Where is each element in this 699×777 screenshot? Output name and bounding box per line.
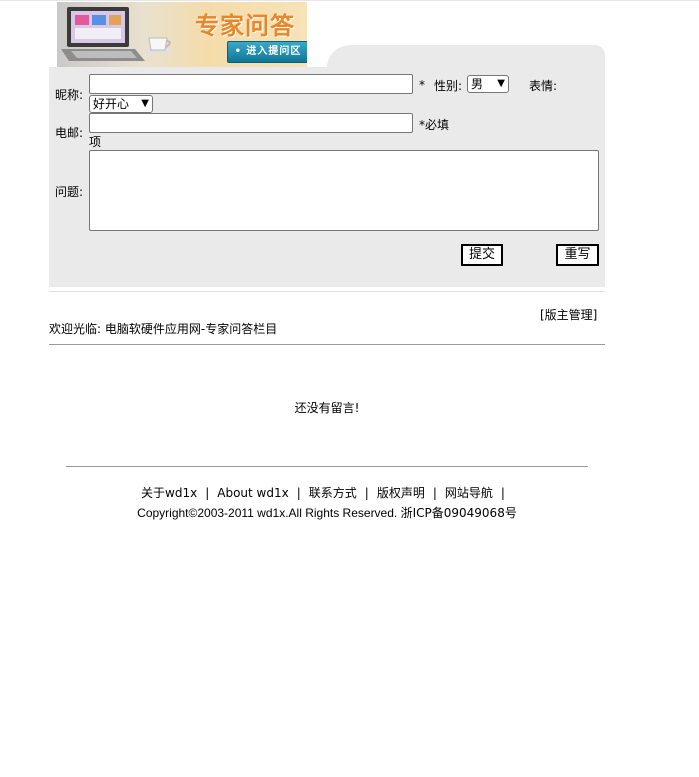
footer-link-contact[interactable]: 联系方式: [309, 486, 357, 500]
enter-question-area-button[interactable]: • 进入提问区: [227, 41, 307, 63]
expert-qa-banner[interactable]: 专家问答 • 进入提问区: [57, 2, 307, 68]
question-form-panel: 昵称: * 性别: 男 ▼ 表情: 好开心 ▼ 电邮: *必填 项 问题: 提交…: [49, 67, 605, 287]
copyright-line: Copyright©2003-2011 wd1x.All Rights Rese…: [0, 504, 654, 521]
reset-button[interactable]: 重写: [556, 244, 599, 266]
mood-label: 表情:: [529, 79, 558, 93]
welcome-text: 欢迎光临: 电脑软硬件应用网-专家问答栏目: [49, 322, 278, 336]
footer-divider: [66, 466, 588, 467]
laptop-icon: [61, 7, 145, 61]
email-required-note-wrap: 项: [89, 135, 102, 149]
moderator-admin-link[interactable]: [版主管理]: [540, 306, 597, 323]
question-label: 问题:: [55, 185, 84, 199]
icp-record[interactable]: 浙ICP备09049068号: [401, 506, 517, 520]
mood-select[interactable]: 好开心 ▼: [89, 95, 153, 113]
coffee-cup-icon: [145, 37, 173, 54]
copyright-text: Copyright©2003-2011 wd1x.All Rights Rese…: [137, 506, 398, 520]
question-textarea[interactable]: [89, 150, 599, 231]
content-divider: [49, 344, 605, 345]
banner-title: 专家问答: [195, 12, 295, 40]
top-border: [0, 0, 699, 1]
footer-separator: |: [432, 486, 437, 500]
submit-button[interactable]: 提交: [461, 244, 503, 266]
footer-link-about-en[interactable]: About wd1x: [217, 486, 288, 500]
nickname-label: 昵称:: [55, 88, 84, 102]
gender-select[interactable]: 男 ▼: [467, 75, 509, 93]
footer-separator: |: [500, 486, 505, 500]
footer-separator: |: [205, 486, 210, 500]
no-messages-text: 还没有留言!: [294, 401, 360, 415]
footer-separator: |: [364, 486, 369, 500]
chevron-down-icon: ▼: [141, 98, 149, 109]
footer-link-copyright[interactable]: 版权声明: [377, 486, 425, 500]
mood-selected-value: 好开心: [93, 97, 130, 111]
gender-selected-value: 男: [471, 77, 484, 91]
nickname-input[interactable]: [89, 74, 413, 94]
footer-link-sitemap[interactable]: 网站导航: [445, 486, 493, 500]
chevron-down-icon: ▼: [497, 78, 505, 89]
footer-link-about-cn[interactable]: 关于wd1x: [141, 486, 197, 500]
panel-divider: [49, 291, 605, 292]
nickname-required-star: *: [419, 78, 425, 92]
footer-links: 关于wd1x | About wd1x | 联系方式 | 版权声明 | 网站导航 |: [0, 484, 654, 501]
email-required-note: *必填: [419, 118, 450, 132]
email-input[interactable]: [89, 113, 413, 133]
gender-label: 性别:: [434, 79, 463, 93]
footer-separator: |: [296, 486, 301, 500]
email-label: 电邮:: [55, 126, 84, 140]
